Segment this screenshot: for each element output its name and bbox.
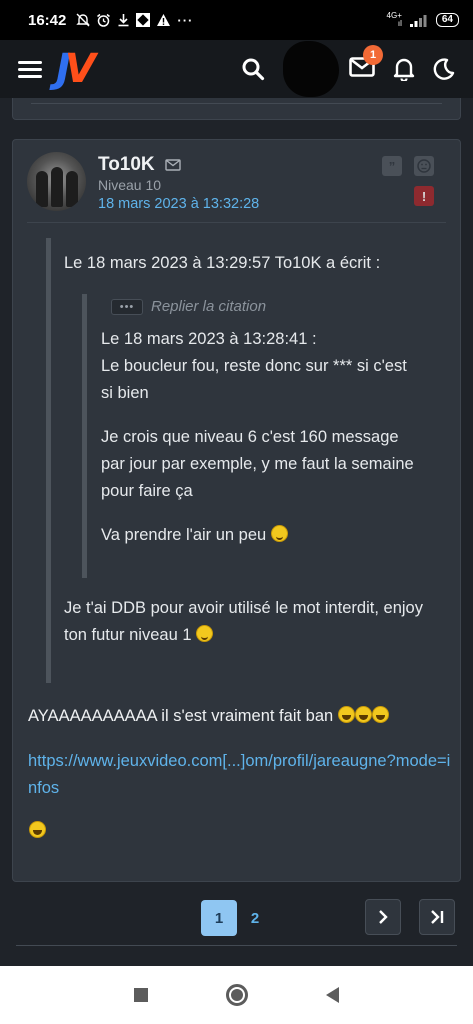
- signal-icon: [409, 14, 427, 27]
- next-page-button[interactable]: [365, 899, 401, 935]
- laughing-smiley-icon: [29, 821, 46, 838]
- author-name[interactable]: To10K: [98, 154, 155, 176]
- messages-button[interactable]: 1: [349, 44, 383, 82]
- menu-icon[interactable]: [18, 60, 42, 78]
- dark-mode-icon[interactable]: [433, 58, 455, 80]
- more-notifications-icon: ···: [177, 12, 194, 28]
- header-divider: [27, 222, 446, 223]
- download-icon: [118, 14, 129, 27]
- author-name-row: To10K: [98, 154, 181, 176]
- system-nav-bar: [0, 966, 473, 1024]
- outer-quote: Le 18 mars 2023 à 13:29:57 To10K a écrit…: [46, 238, 446, 683]
- search-icon[interactable]: [241, 57, 265, 81]
- messages-badge: 1: [363, 44, 383, 65]
- outer-quote-reply: Je t'ai DDB pour avoir utilisé le mot in…: [64, 599, 423, 644]
- battery-indicator: 64: [435, 13, 459, 27]
- quote-icon[interactable]: ”: [382, 156, 402, 176]
- app-bar: JV 1: [0, 40, 473, 98]
- report-icon[interactable]: !: [414, 186, 434, 206]
- inner-quote-header: Le 18 mars 2023 à 13:28:41 :: [101, 330, 317, 348]
- post-body: AYAAAAAAAAAA il s'est vraiment fait ban: [28, 703, 453, 730]
- private-message-icon[interactable]: [164, 159, 181, 171]
- outer-quote-header: Le 18 mars 2023 à 13:29:57 To10K a écrit…: [64, 254, 381, 272]
- network-indicator: 4G+ ıl: [387, 12, 402, 28]
- collapse-quote-toggle[interactable]: ••• Replier la citation: [111, 298, 266, 315]
- post-date[interactable]: 18 mars 2023 à 13:32:28: [98, 196, 259, 212]
- laughing-smiley-icon: [337, 706, 355, 723]
- chevron-right-icon: [379, 910, 388, 924]
- status-bar: 16:42 ··· 4G+ ıl 64: [0, 0, 473, 40]
- collapse-quote-label[interactable]: Replier la citation: [151, 298, 266, 315]
- alarm-clock-icon: [97, 13, 111, 27]
- bell-icon[interactable]: [393, 57, 415, 81]
- page-button-current[interactable]: 1: [201, 900, 237, 936]
- author-avatar[interactable]: [27, 152, 86, 211]
- warning-icon: [157, 14, 171, 26]
- divider: [16, 945, 457, 946]
- author-level: Niveau 10: [98, 177, 162, 193]
- alarm-off-icon: [76, 13, 91, 27]
- network-arrows: ıl: [397, 19, 402, 28]
- site-logo[interactable]: JV: [56, 49, 96, 89]
- post-header: To10K Niveau 10 18 mars 2023 à 13:32:28 …: [27, 152, 446, 224]
- app-notification-icon: [136, 13, 151, 27]
- last-page-button[interactable]: [419, 899, 455, 935]
- inner-quote-paragraph: Je crois que niveau 6 c'est 160 message …: [101, 428, 414, 500]
- profile-link[interactable]: https://www.jeuxvideo.com[...]om/profil/…: [28, 748, 453, 802]
- block-user-icon[interactable]: [414, 156, 434, 176]
- smiley-icon: [196, 625, 214, 642]
- back-icon[interactable]: [326, 987, 339, 1003]
- status-time: 16:42: [28, 11, 67, 29]
- laughing-smiley-icon: [354, 706, 372, 723]
- previous-post-card: [12, 98, 461, 120]
- avatar[interactable]: [283, 41, 339, 97]
- pagination: 1 2: [0, 898, 473, 938]
- inner-quote-line: Le boucleur fou, reste donc sur *** si c…: [101, 357, 407, 402]
- dizzy-smiley-icon: [270, 525, 288, 542]
- forum-post: To10K Niveau 10 18 mars 2023 à 13:32:28 …: [12, 139, 461, 882]
- laughing-smiley-icon: [371, 706, 389, 723]
- home-icon[interactable]: [226, 984, 248, 1006]
- last-page-icon: [431, 910, 444, 924]
- inner-quote: ••• Replier la citation Le 18 mars 2023 …: [82, 294, 422, 578]
- page-button[interactable]: 2: [237, 900, 273, 936]
- inner-quote-text: Le 18 mars 2023 à 13:28:41 : Le boucleur…: [101, 326, 417, 566]
- recents-icon[interactable]: [134, 988, 148, 1002]
- inner-quote-paragraph: Va prendre l'air un peu: [101, 526, 267, 544]
- collapse-dots-icon[interactable]: •••: [111, 298, 143, 315]
